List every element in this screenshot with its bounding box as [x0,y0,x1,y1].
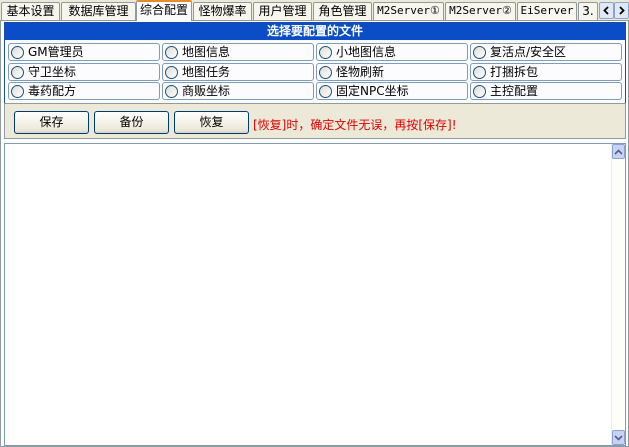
radio-map-quest[interactable]: 地图任务 [162,63,314,81]
save-button[interactable]: 保存 [14,111,89,134]
radio-bundle-unpack[interactable]: 打捆拆包 [470,63,622,81]
tab-general-config[interactable]: 综合配置 [136,0,192,21]
radio-circle [165,65,178,79]
radio-circle [319,84,332,98]
file-content-editor[interactable] [4,143,626,446]
radio-circle [11,65,24,79]
radio-label: 地图任务 [182,65,231,79]
tab-scroll-left-button[interactable] [599,2,614,19]
backup-button[interactable]: 备份 [94,111,169,134]
scroll-up-button[interactable] [612,144,625,159]
chevron-up-icon [614,148,623,155]
file-select-title: 选择要配置的文件 [5,23,625,40]
editor-scrollbar[interactable] [611,144,625,445]
radio-circle [165,84,178,98]
action-bar: 保存 备份 恢复 [恢复]时，确定文件无误，再按[保存]! [4,103,626,139]
restore-hint: [恢复]时，确定文件无误，再按[保存]! [253,118,457,132]
tab-role-management[interactable]: 角色管理 [313,2,372,20]
radio-guard-coords[interactable]: 守卫坐标 [8,63,160,81]
radio-label: 打捆拆包 [490,65,539,79]
radio-poison-recipe[interactable]: 毒药配方 [8,82,160,100]
tab-m2server-2[interactable]: M2Server② [445,2,516,20]
scroll-down-button[interactable] [612,430,625,445]
radio-label: 毒药配方 [28,84,77,98]
radio-main-config[interactable]: 主控配置 [470,82,622,100]
radio-label: GM管理员 [28,45,84,59]
tab-eiserver[interactable]: EiServer [517,2,577,20]
radio-label: 主控配置 [490,84,539,98]
radio-circle [319,65,332,79]
radio-label: 复活点/安全区 [490,45,567,59]
radio-circle [11,84,24,98]
tab-overflow[interactable]: 3. [578,2,598,20]
radio-map-info[interactable]: 地图信息 [162,43,314,61]
radio-label: 守卫坐标 [28,65,77,79]
chevron-right-icon [619,6,625,15]
radio-label: 商贩坐标 [182,84,231,98]
tab-basic-settings[interactable]: 基本设置 [1,2,60,20]
tab-monster-drop[interactable]: 怪物爆率 [193,2,252,20]
radio-circle [165,45,178,59]
radio-label: 小地图信息 [336,45,397,59]
tab-m2server-1[interactable]: M2Server① [373,2,444,20]
tab-scroll-arrows [599,2,629,19]
chevron-left-icon [603,6,609,15]
radio-label: 固定NPC坐标 [336,84,409,98]
tab-user-management[interactable]: 用户管理 [253,2,312,20]
radio-minimap-info[interactable]: 小地图信息 [316,43,468,61]
chevron-down-icon [614,434,623,441]
radio-fixed-npc-coords[interactable]: 固定NPC坐标 [316,82,468,100]
radio-label: 地图信息 [182,45,231,59]
radio-respawn-safezone[interactable]: 复活点/安全区 [470,43,622,61]
radio-monster-spawn[interactable]: 怪物刷新 [316,63,468,81]
radio-circle [473,45,486,59]
restore-button[interactable]: 恢复 [174,111,249,134]
radio-merchant-coords[interactable]: 商贩坐标 [162,82,314,100]
tab-strip: 基本设置 数据库管理 综合配置 怪物爆率 用户管理 角色管理 M2Server①… [0,0,629,21]
tab-database[interactable]: 数据库管理 [61,2,136,20]
radio-circle [319,45,332,59]
radio-circle [11,45,24,59]
radio-circle [473,65,486,79]
general-config-panel: 选择要配置的文件 GM管理员 地图信息 小地图信息 复活点/安全区 守卫坐标 地… [0,20,629,447]
radio-label: 怪物刷新 [336,65,385,79]
radio-circle [473,84,486,98]
radio-gm-admin[interactable]: GM管理员 [8,43,160,61]
tab-scroll-right-button[interactable] [614,2,629,19]
